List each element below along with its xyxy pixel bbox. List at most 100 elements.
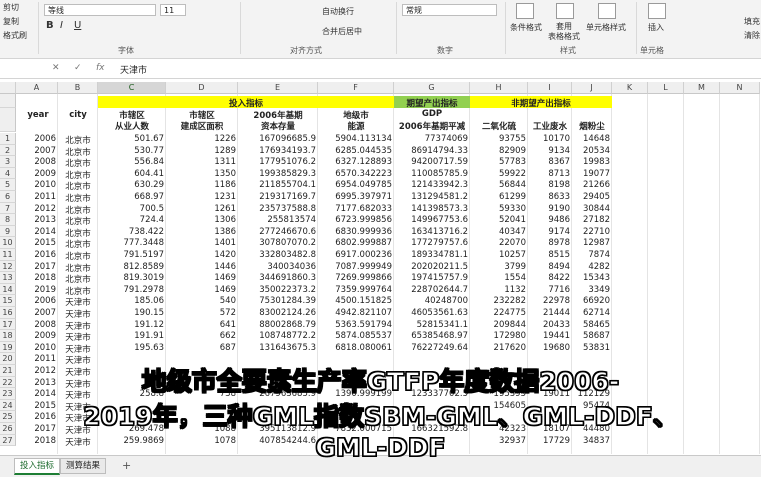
table-cell[interactable]: 2007 — [18, 308, 56, 318]
table-cell[interactable]: 19680 — [528, 343, 570, 353]
table-cell[interactable]: 10257 — [470, 250, 526, 260]
table-cell[interactable]: 3349 — [572, 285, 610, 295]
table-cell[interactable]: 15343 — [572, 273, 610, 283]
table-cell[interactable]: 北京市 — [60, 250, 96, 262]
table-cell[interactable]: 1311 — [166, 157, 236, 167]
name-box[interactable] — [0, 63, 40, 76]
table-cell[interactable]: 14648 — [572, 134, 610, 144]
table-cell[interactable]: 211855704.1 — [238, 180, 316, 190]
table-cell[interactable]: 北京市 — [60, 262, 96, 274]
cancel-icon[interactable]: ✕ — [52, 63, 60, 73]
table-cell[interactable]: 58687 — [572, 331, 610, 341]
table-cell[interactable]: 7087.999949 — [318, 262, 392, 272]
table-cell[interactable]: 812.8589 — [98, 262, 164, 272]
table-cell[interactable]: 9174 — [528, 227, 570, 237]
insert-button[interactable]: 插入 — [648, 22, 664, 33]
table-cell[interactable]: 82909 — [470, 146, 526, 156]
table-cell[interactable]: 2012 — [18, 204, 56, 214]
merge-center-button[interactable]: 合并后居中 — [322, 26, 362, 37]
table-cell[interactable]: 1186 — [166, 180, 236, 190]
table-cell[interactable]: 22070 — [470, 238, 526, 248]
table-cell[interactable]: 22710 — [572, 227, 610, 237]
table-cell[interactable]: 北京市 — [60, 227, 96, 239]
table-cell[interactable]: 天津市 — [60, 296, 96, 308]
table-cell[interactable]: 52815341.1 — [394, 320, 468, 330]
table-cell[interactable]: 62714 — [572, 308, 610, 318]
row-header[interactable]: 8 — [0, 214, 16, 226]
column-header-b[interactable]: B — [58, 82, 98, 94]
table-cell[interactable]: 1469 — [166, 285, 236, 295]
table-cell[interactable]: 22978 — [528, 296, 570, 306]
table-cell[interactable]: 天津市 — [60, 308, 96, 320]
row-header[interactable]: 6 — [0, 191, 16, 203]
table-cell[interactable]: 131643675.3 — [238, 343, 316, 353]
table-cell[interactable]: 777.3448 — [98, 238, 164, 248]
table-cell[interactable]: 1306 — [166, 215, 236, 225]
table-cell[interactable]: 27182 — [572, 215, 610, 225]
table-cell[interactable]: 540 — [166, 296, 236, 306]
table-cell[interactable]: 1420 — [166, 250, 236, 260]
table-cell[interactable]: 北京市 — [60, 285, 96, 297]
table-cell[interactable]: 2011 — [18, 192, 56, 202]
table-cell[interactable]: 232282 — [470, 296, 526, 306]
table-cell[interactable]: 6570.342223 — [318, 169, 392, 179]
table-cell[interactable]: 6830.999936 — [318, 227, 392, 237]
table-cell[interactable]: 2009 — [18, 331, 56, 341]
table-cell[interactable]: 21444 — [528, 308, 570, 318]
table-cell[interactable]: 88002868.79 — [238, 320, 316, 330]
table-cell[interactable]: 332803482.8 — [238, 250, 316, 260]
table-cell[interactable]: 197415757.9 — [394, 273, 468, 283]
table-cell[interactable]: 791.2978 — [98, 285, 164, 295]
table-cell[interactable]: 8633 — [528, 192, 570, 202]
table-cell[interactable]: 228702644.7 — [394, 285, 468, 295]
column-header-i[interactable]: I — [528, 82, 572, 94]
table-cell[interactable]: 8198 — [528, 180, 570, 190]
table-cell[interactable]: 668.97 — [98, 192, 164, 202]
table-cell[interactable]: 5874.085537 — [318, 331, 392, 341]
table-cell[interactable]: 9134 — [528, 146, 570, 156]
table-cell[interactable]: 北京市 — [60, 157, 96, 169]
table-cell[interactable]: 2018 — [18, 273, 56, 283]
clear-button[interactable]: 清除 — [744, 30, 760, 41]
cell-style-button[interactable]: 单元格样式 — [586, 22, 626, 33]
table-cell[interactable]: 110085785.9 — [394, 169, 468, 179]
cell-style-icon[interactable] — [598, 3, 616, 19]
table-cell[interactable]: 1350 — [166, 169, 236, 179]
table-cell[interactable]: 1469 — [166, 273, 236, 283]
table-cell[interactable]: 185.06 — [98, 296, 164, 306]
row-header[interactable]: 4 — [0, 167, 16, 180]
table-cell[interactable]: 21266 — [572, 180, 610, 190]
row-header[interactable]: 15 — [0, 295, 16, 307]
table-cell[interactable]: 53831 — [572, 343, 610, 353]
table-cell[interactable]: 1231 — [166, 192, 236, 202]
row-header[interactable]: 7 — [0, 202, 16, 215]
table-cell[interactable]: 255813574 — [238, 215, 316, 225]
table-cell[interactable]: 58465 — [572, 320, 610, 330]
row-header[interactable]: 3 — [0, 156, 16, 168]
table-cell[interactable]: 40248700 — [394, 296, 468, 306]
table-cell[interactable]: 61299 — [470, 192, 526, 202]
table-cell[interactable]: 59330 — [470, 204, 526, 214]
table-cell[interactable]: 141398573.3 — [394, 204, 468, 214]
table-cell[interactable]: 北京市 — [60, 273, 96, 285]
row-header[interactable]: 1 — [0, 133, 16, 145]
table-cell[interactable]: 209844 — [470, 320, 526, 330]
table-cell[interactable]: 8713 — [528, 169, 570, 179]
row-header[interactable]: 11 — [0, 249, 16, 261]
table-cell[interactable]: 2015 — [18, 238, 56, 248]
table-cell[interactable]: 75301284.39 — [238, 296, 316, 306]
table-cell[interactable]: 791.5197 — [98, 250, 164, 260]
table-cell[interactable]: 6917.000236 — [318, 250, 392, 260]
table-cell[interactable]: 1289 — [166, 146, 236, 156]
table-cell[interactable]: 199385829.3 — [238, 169, 316, 179]
table-cell[interactable]: 20433 — [528, 320, 570, 330]
table-cell[interactable]: 217620 — [470, 343, 526, 353]
table-cell[interactable]: 235737588.8 — [238, 204, 316, 214]
table-cell[interactable]: 556.84 — [98, 157, 164, 167]
number-format-select[interactable]: 常规 — [402, 4, 497, 16]
table-cell[interactable]: 630.29 — [98, 180, 164, 190]
table-cell[interactable]: 108748772.2 — [238, 331, 316, 341]
table-cell[interactable]: 3799 — [470, 262, 526, 272]
table-cell[interactable]: 219317169.7 — [238, 192, 316, 202]
table-cell[interactable]: 131294581.2 — [394, 192, 468, 202]
